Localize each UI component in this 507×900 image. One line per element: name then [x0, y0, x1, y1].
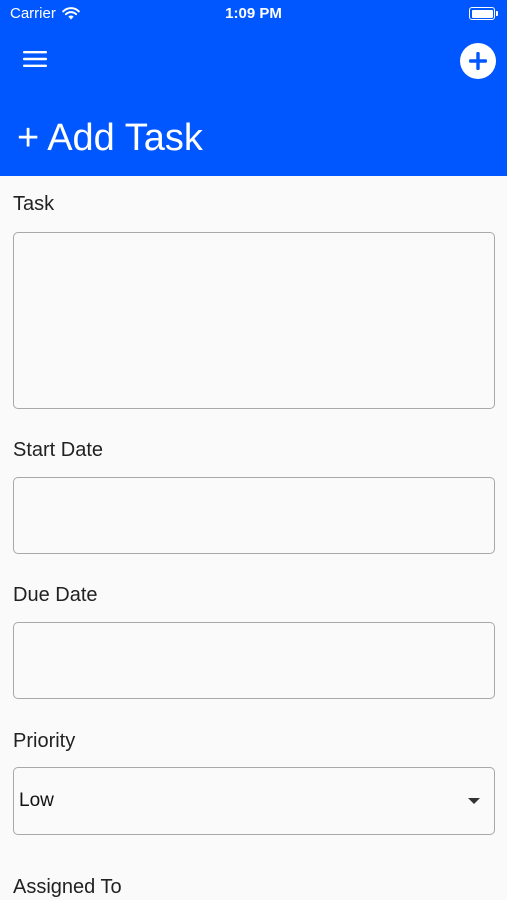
status-bar: Carrier 1:09 PM [0, 0, 507, 28]
due-date-label: Due Date [13, 584, 98, 606]
app-header: Carrier 1:09 PM + Add Task [0, 0, 507, 176]
priority-selected-value: Low [19, 790, 54, 811]
start-date-label: Start Date [13, 439, 104, 461]
page-title: + Add Task [17, 116, 203, 160]
assigned-to-label: Assigned To [13, 876, 122, 898]
due-date-input[interactable] [13, 622, 495, 699]
hamburger-menu-icon [23, 51, 47, 67]
task-label: Task [13, 193, 55, 215]
plus-icon: + [17, 117, 40, 159]
priority-select[interactable]: Low [13, 767, 495, 835]
battery-icon [469, 7, 498, 20]
status-time: 1:09 PM [225, 5, 282, 22]
plus-circle-icon [469, 52, 487, 70]
page-title-text: Add Task [47, 117, 203, 159]
add-button[interactable] [460, 43, 496, 79]
dropdown-arrow-icon [468, 798, 480, 804]
menu-button[interactable] [20, 46, 50, 72]
priority-label: Priority [13, 730, 76, 752]
task-textarea[interactable] [13, 232, 495, 409]
start-date-input[interactable] [13, 477, 495, 554]
